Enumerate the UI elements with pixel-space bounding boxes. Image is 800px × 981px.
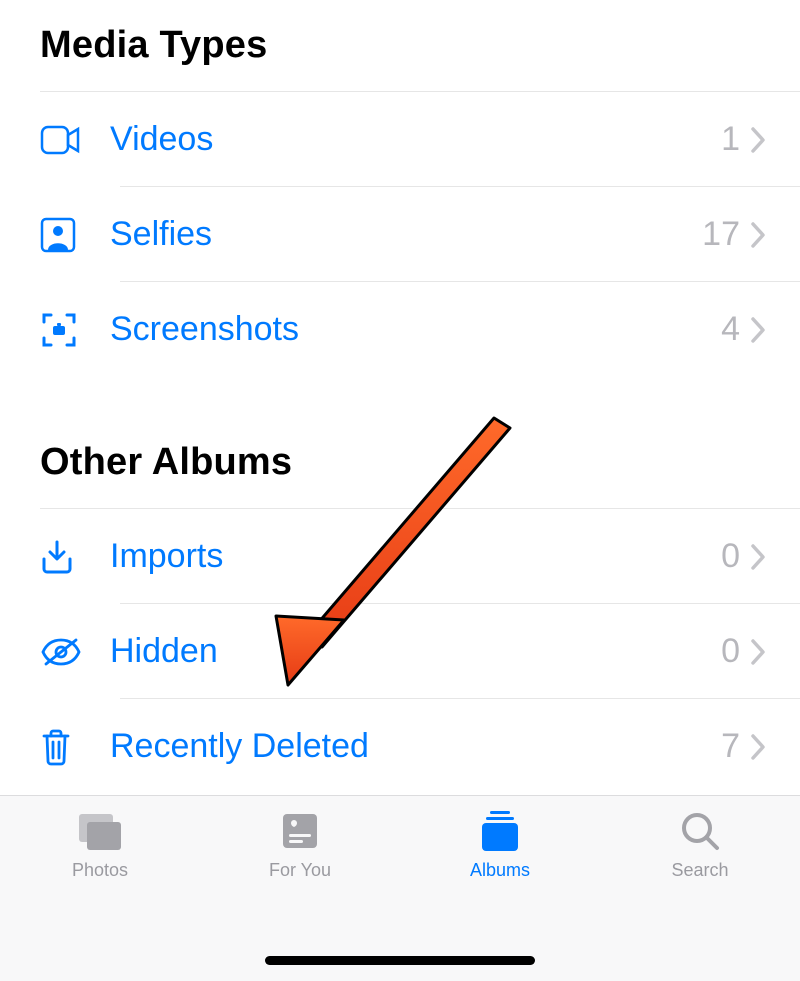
row-count: 1 (710, 120, 750, 159)
media-types-section: Media Types Videos 1 (0, 24, 800, 377)
row-count: 0 (710, 632, 750, 671)
row-count: 4 (710, 310, 750, 349)
videocam-icon (40, 125, 110, 155)
other-albums-section: Other Albums Imports 0 (0, 441, 800, 794)
row-label: Hidden (110, 632, 710, 671)
row-count: 7 (710, 727, 750, 766)
tab-search[interactable]: Search (600, 808, 800, 881)
tab-label: Albums (470, 860, 530, 881)
section-header-other-albums: Other Albums (40, 441, 800, 484)
chevron-right-icon (750, 316, 800, 344)
row-recently-deleted[interactable]: Recently Deleted 7 (40, 699, 800, 794)
tab-bar: Photos For You Albums (0, 795, 800, 981)
tab-label: For You (269, 860, 331, 881)
photos-stack-icon (75, 808, 125, 854)
row-imports[interactable]: Imports 0 (40, 509, 800, 604)
search-icon (679, 808, 721, 854)
row-selfies[interactable]: Selfies 17 (40, 187, 800, 282)
chevron-right-icon (750, 543, 800, 571)
tab-for-you[interactable]: For You (200, 808, 400, 881)
row-hidden[interactable]: Hidden 0 (40, 604, 800, 699)
albums-stack-icon (476, 808, 524, 854)
tab-photos[interactable]: Photos (0, 808, 200, 881)
chevron-right-icon (750, 638, 800, 666)
section-header-media-types: Media Types (40, 24, 800, 67)
trash-icon (40, 728, 110, 766)
person-square-icon (40, 217, 110, 253)
row-label: Imports (110, 537, 710, 576)
row-label: Videos (110, 120, 710, 159)
chevron-right-icon (750, 126, 800, 154)
download-tray-icon (40, 539, 110, 575)
tab-label: Photos (72, 860, 128, 881)
for-you-card-icon (279, 808, 321, 854)
row-label: Recently Deleted (110, 727, 710, 766)
row-screenshots[interactable]: Screenshots 4 (40, 282, 800, 377)
screenshot-icon (40, 311, 110, 349)
home-indicator (265, 956, 535, 965)
row-label: Screenshots (110, 310, 710, 349)
chevron-right-icon (750, 733, 800, 761)
tab-albums[interactable]: Albums (400, 808, 600, 881)
row-videos[interactable]: Videos 1 (40, 92, 800, 187)
row-count: 17 (702, 215, 750, 254)
row-count: 0 (710, 537, 750, 576)
eye-slash-icon (40, 637, 110, 667)
chevron-right-icon (750, 221, 800, 249)
row-label: Selfies (110, 215, 702, 254)
tab-label: Search (671, 860, 728, 881)
